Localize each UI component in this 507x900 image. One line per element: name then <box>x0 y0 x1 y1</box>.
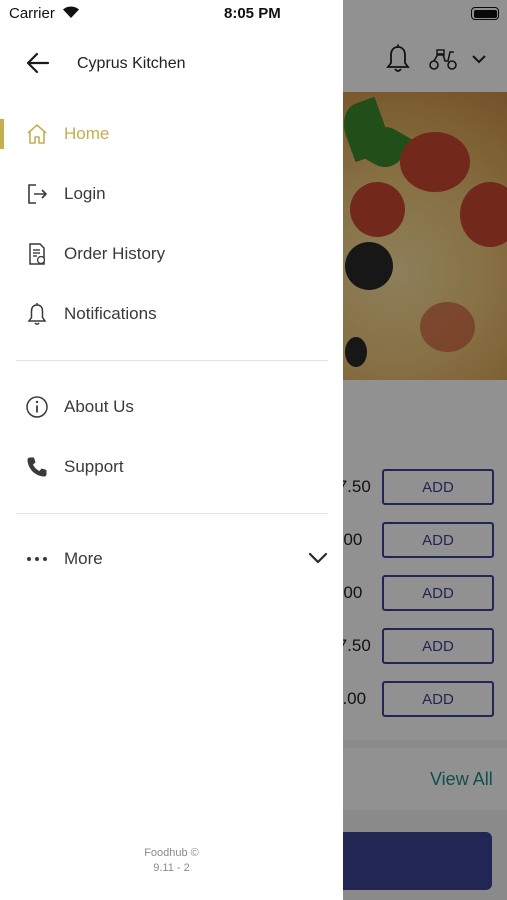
menu-item-label: Order History <box>64 244 166 263</box>
menu-item-order-history[interactable]: Order History <box>0 229 343 279</box>
menu-item-label: About Us <box>64 397 134 416</box>
menu-item-label: Support <box>64 457 124 476</box>
menu-item-label: Home <box>64 124 110 143</box>
navigation-drawer: Carrier 8:05 PM Cyprus Kitchen Home Logi… <box>0 0 343 900</box>
menu-item-home[interactable]: Home <box>0 109 343 159</box>
home-icon <box>27 124 47 144</box>
login-icon <box>28 184 47 204</box>
carrier-label: Carrier <box>9 5 55 22</box>
menu-item-label: Notifications <box>64 304 157 323</box>
clock: 8:05 PM <box>224 5 281 22</box>
wifi-icon <box>63 6 79 18</box>
ellipsis-icon <box>27 557 47 561</box>
menu-item-label: Login <box>64 184 106 203</box>
menu-item-about-us[interactable]: About Us <box>0 382 343 432</box>
info-icon <box>26 396 48 418</box>
divider <box>16 360 328 361</box>
divider <box>16 513 328 514</box>
store-name: Cyprus Kitchen <box>77 55 186 72</box>
drawer-header: Cyprus Kitchen <box>0 42 343 86</box>
footer-version: 9.11 - 2 <box>153 862 190 874</box>
menu-item-more[interactable]: More <box>0 534 343 584</box>
menu-item-label: More <box>64 549 103 568</box>
back-arrow-icon[interactable] <box>26 52 50 74</box>
menu-item-support[interactable]: Support <box>0 442 343 492</box>
menu-item-notifications[interactable]: Notifications <box>0 289 343 339</box>
phone-icon <box>27 457 47 477</box>
order-history-icon <box>29 243 46 265</box>
chevron-down-icon[interactable] <box>308 551 328 565</box>
drawer-scrim[interactable] <box>343 0 507 900</box>
footer-brand: Foodhub © <box>144 847 199 859</box>
active-indicator <box>0 119 4 149</box>
status-bar: Carrier 8:05 PM <box>0 0 343 28</box>
menu-item-login[interactable]: Login <box>0 169 343 219</box>
bell-icon <box>27 303 47 325</box>
